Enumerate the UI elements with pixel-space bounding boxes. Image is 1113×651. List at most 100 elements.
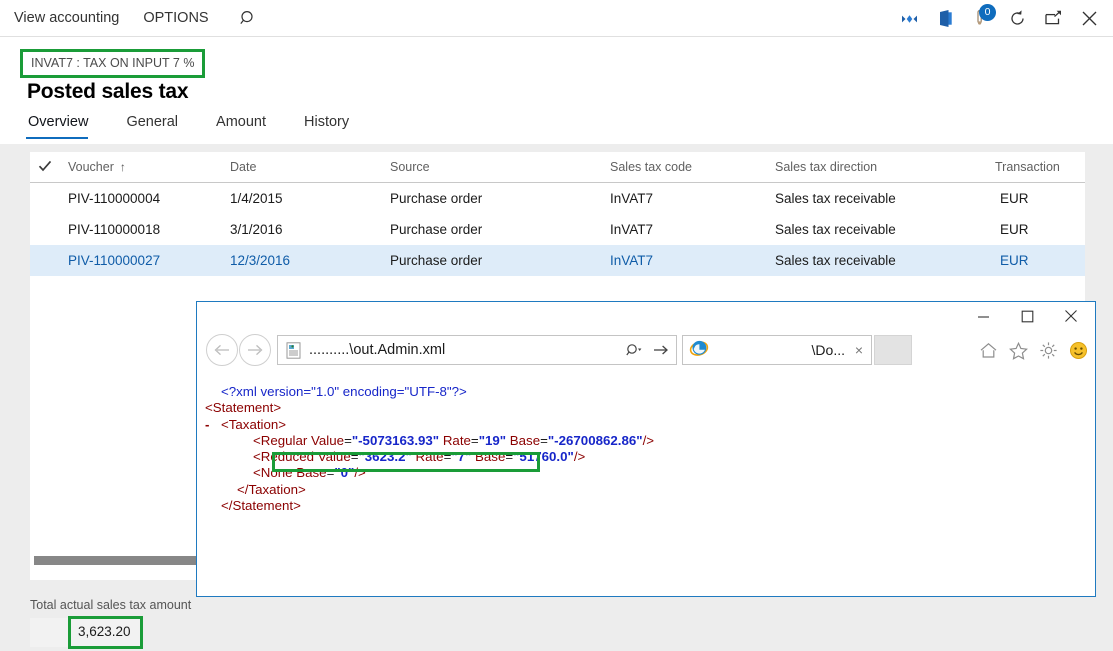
tab-overview[interactable]: Overview xyxy=(26,110,106,139)
search-dropdown-icon[interactable] xyxy=(623,336,647,364)
office-app-icon[interactable] xyxy=(927,0,963,37)
xml-line: -<Statement> xyxy=(197,400,1095,416)
table-row-selected[interactable]: PIV-110000027 12/3/2016 Purchase order I… xyxy=(30,245,1085,276)
close-button[interactable] xyxy=(1049,303,1093,329)
xml-token-tag: </Statement> xyxy=(221,498,301,514)
close-icon[interactable] xyxy=(1071,0,1107,37)
minimize-button[interactable] xyxy=(961,303,1005,329)
maximize-button[interactable] xyxy=(1005,303,1049,329)
browser-nav-bar: ..........\out.Admin.xml \Do... × xyxy=(197,330,1095,373)
xml-token-tag: <None xyxy=(253,465,297,481)
address-bar[interactable]: ..........\out.Admin.xml xyxy=(277,335,677,365)
open-in-new-window-icon[interactable] xyxy=(1035,0,1071,37)
go-arrow-icon[interactable] xyxy=(649,336,673,364)
xml-token-attr: Base xyxy=(471,449,506,465)
view-accounting-button[interactable]: View accounting xyxy=(14,0,131,37)
back-button[interactable] xyxy=(206,334,238,366)
xml-token-tag: /> xyxy=(573,449,586,465)
record-caption: INVAT7 : TAX ON INPUT 7 % xyxy=(20,49,206,78)
table-row[interactable]: PIV-110000018 3/1/2016 Purchase order In… xyxy=(30,214,1085,245)
xml-line: <None Base="0"/> xyxy=(197,465,1095,481)
notification-count-badge: 0 xyxy=(979,4,996,21)
command-bar-right-group: 0 xyxy=(891,0,1107,37)
tab-general[interactable]: General xyxy=(124,110,196,139)
cell-sales-tax-direction: Sales tax receivable xyxy=(775,191,896,206)
window-controls xyxy=(961,302,1093,330)
cell-date: 3/1/2016 xyxy=(230,222,283,237)
header-source[interactable]: Source xyxy=(390,152,430,183)
xml-token-val: "3623.2" xyxy=(358,449,412,465)
xml-token-attr: Base xyxy=(506,432,541,448)
table-row[interactable]: PIV-110000004 1/4/2015 Purchase order In… xyxy=(30,183,1085,214)
xml-token-attr: Base xyxy=(296,465,327,481)
page-background-left xyxy=(0,144,30,580)
forward-arrow-icon xyxy=(248,344,263,356)
tab-amount[interactable]: Amount xyxy=(214,110,284,139)
new-tab-button[interactable] xyxy=(874,335,912,365)
notifications-icon[interactable]: 0 xyxy=(963,0,999,37)
settings-diamond-icon[interactable] xyxy=(891,0,927,37)
header-sales-tax-code[interactable]: Sales tax code xyxy=(610,152,692,183)
maximize-icon xyxy=(1021,310,1033,322)
page-background-top xyxy=(0,144,1113,152)
tab-close-icon[interactable]: × xyxy=(849,342,869,358)
xml-token-val: "51760.0" xyxy=(513,449,574,465)
cell-transaction-currency: EUR xyxy=(1000,222,1029,237)
xml-line-content: </Statement> xyxy=(221,498,301,513)
xml-token-tag: <Reduced xyxy=(253,449,318,465)
header-date[interactable]: Date xyxy=(230,152,256,183)
xml-token-tag: /> xyxy=(642,432,655,448)
xml-line-content: <Statement> xyxy=(205,400,281,415)
cell-voucher[interactable]: PIV-110000027 xyxy=(68,245,160,276)
cell-source: Purchase order xyxy=(390,222,483,237)
address-bar-url: ..........\out.Admin.xml xyxy=(309,342,446,358)
refresh-icon[interactable] xyxy=(999,0,1035,37)
header-voucher[interactable]: Voucher ↑ xyxy=(68,152,126,183)
screen-root: View accounting OPTIONS 0 INVAT7: TAX O… xyxy=(0,0,1113,651)
tools-gear-icon[interactable] xyxy=(1038,340,1059,361)
feedback-smiley-icon[interactable] xyxy=(1068,340,1089,361)
search-button[interactable] xyxy=(229,0,269,37)
xml-token-eq: = xyxy=(344,432,352,448)
page-title: Posted sales tax xyxy=(27,80,189,103)
xml-token-attr: Rate xyxy=(439,432,471,448)
command-bar-left-group: View accounting OPTIONS xyxy=(14,0,269,37)
cell-source: Purchase order xyxy=(390,253,483,268)
caption-highlight-wrapper: INVAT7 : TAX ON INPUT 7 % xyxy=(20,49,206,78)
xml-token-decl: <?xml version="1.0" encoding="UTF-8"?> xyxy=(221,384,467,399)
xml-line-content: <Regular Value="-5073163.93" Rate="19" B… xyxy=(253,433,654,448)
forward-button[interactable] xyxy=(239,334,271,366)
xml-line-content: <Taxation> xyxy=(221,417,286,432)
header-voucher-label: Voucher xyxy=(68,160,114,174)
xml-line: </Statement> xyxy=(197,498,1095,514)
favorites-star-icon[interactable] xyxy=(1008,340,1029,361)
close-icon xyxy=(1065,310,1077,322)
home-icon[interactable] xyxy=(978,340,999,361)
xml-line-content: <?xml version="1.0" encoding="UTF-8"?> xyxy=(221,384,467,399)
header-sales-tax-direction[interactable]: Sales tax direction xyxy=(775,152,877,183)
xml-token-eq: = xyxy=(470,432,479,448)
header-transaction-currency[interactable]: Transaction xyxy=(995,152,1087,183)
options-button[interactable]: OPTIONS xyxy=(131,0,220,37)
top-command-bar: View accounting OPTIONS 0 xyxy=(0,0,1113,37)
xml-line-content: <None Base="0"/> xyxy=(253,465,366,480)
browser-tab[interactable]: \Do... × xyxy=(682,335,872,365)
cell-transaction-currency: EUR xyxy=(1000,253,1029,268)
xml-token-tag: </Taxation> xyxy=(237,481,306,497)
xml-token-eq: = xyxy=(540,432,548,448)
cell-sales-tax-code: InVAT7 xyxy=(610,222,654,237)
cell-sales-tax-code[interactable]: InVAT7 xyxy=(610,245,653,276)
xml-line: <Reduced Value="3623.2" Rate="7" Base="5… xyxy=(197,449,1095,465)
tab-history[interactable]: History xyxy=(302,110,367,139)
select-all-checkmark-icon[interactable] xyxy=(38,152,62,183)
cell-sales-tax-direction: Sales tax receivable xyxy=(775,253,896,268)
xml-line: </Taxation> xyxy=(197,482,1095,498)
cell-date: 12/3/2016 xyxy=(230,253,291,268)
search-icon xyxy=(240,10,253,24)
xml-collapse-toggle[interactable]: - xyxy=(205,417,209,433)
cell-date: 1/4/2015 xyxy=(230,191,283,206)
xml-line-content: <Reduced Value="3623.2" Rate="7" Base="5… xyxy=(253,449,585,464)
browser-title-bar[interactable] xyxy=(197,302,1095,330)
grid-header-row: Voucher ↑ Date Source Sales tax code Sale… xyxy=(30,152,1085,183)
xml-token-tag: <Statement> xyxy=(205,400,282,416)
